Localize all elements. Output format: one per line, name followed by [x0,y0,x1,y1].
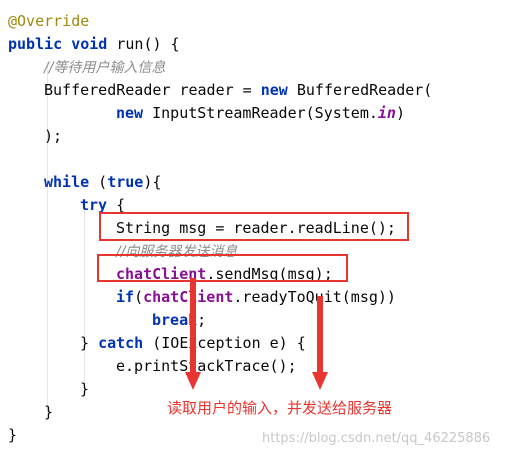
watermark-text: https://blog.csdn.net/qq_46225886 [262,431,491,446]
annotation-caption: 读取用户的输入，并发送给服务器 [167,399,393,417]
arrow-head-left [185,372,201,390]
arrow-shaft-left [190,278,196,374]
arrow-head-right [312,372,328,390]
arrow-shaft-right [317,296,323,374]
annotation-arrows [185,278,328,390]
